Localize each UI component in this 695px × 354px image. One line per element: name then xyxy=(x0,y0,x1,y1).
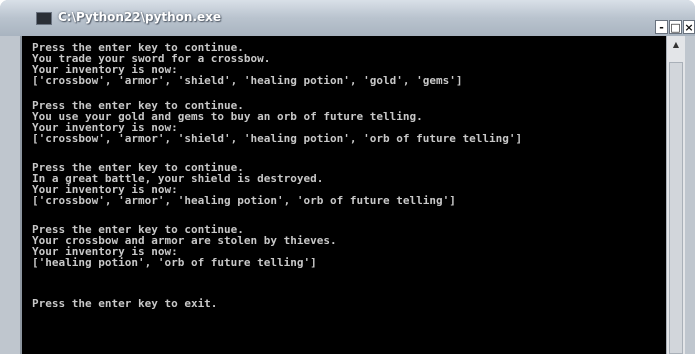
scroll-up-icon[interactable]: ▲ xyxy=(667,38,685,52)
close-button[interactable]: × xyxy=(683,20,695,34)
minimize-button[interactable]: - xyxy=(655,20,668,34)
window-title: C:\Python22\python.exe xyxy=(58,10,222,24)
console-app-icon[interactable] xyxy=(36,12,52,25)
console-window: C:\Python22\python.exe - □ × Press the e… xyxy=(0,0,695,354)
console-line: ['crossbow', 'armor', 'shield', 'healing… xyxy=(32,74,463,87)
console-line: ['crossbow', 'armor', 'shield', 'healing… xyxy=(32,132,523,145)
scroll-thumb[interactable] xyxy=(669,62,683,354)
vertical-scrollbar[interactable]: ▲ xyxy=(666,36,685,354)
console-output[interactable]: Press the enter key to continue. You tra… xyxy=(20,36,666,354)
console-line: ['crossbow', 'armor', 'healing potion', … xyxy=(32,194,456,207)
maximize-button[interactable]: □ xyxy=(669,20,682,34)
title-bar[interactable]: C:\Python22\python.exe - □ × xyxy=(0,0,695,36)
console-line: ['healing potion', 'orb of future tellin… xyxy=(32,256,317,269)
console-line: Press the enter key to exit. xyxy=(32,297,218,310)
